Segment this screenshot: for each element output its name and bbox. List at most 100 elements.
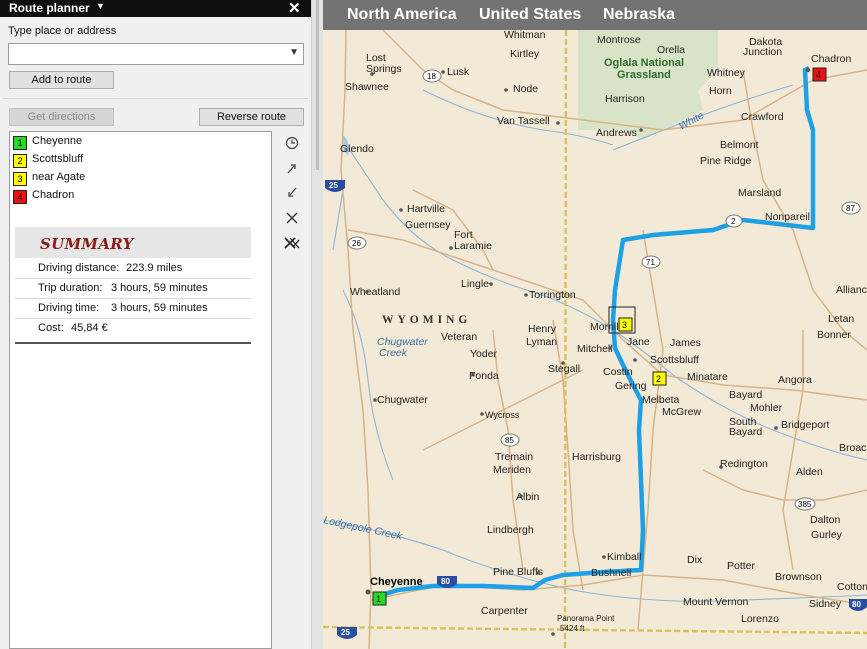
clock-icon[interactable] — [280, 131, 304, 155]
town-label: Torrington — [529, 289, 576, 301]
park-label: Grassland — [617, 69, 671, 81]
close-icon[interactable]: ✕ — [288, 0, 301, 17]
town-label: Node — [513, 83, 538, 95]
shield-label: 85 — [505, 436, 514, 445]
map-view[interactable]: North America United States Nebraska 25 … — [323, 0, 867, 649]
shield-label: 18 — [427, 72, 436, 81]
route-forward-icon[interactable] — [280, 156, 304, 180]
shield-label: 385 — [798, 500, 812, 509]
town-label: Mitchell — [577, 343, 613, 355]
map-canvas[interactable]: 25 25 80 80 18 26 2 71 87 85 385 Oglala … — [323, 30, 867, 649]
summary-row-distance: Driving distance: 223.9 miles — [15, 259, 251, 279]
route-shield: 87 — [841, 201, 861, 215]
summary-divider — [15, 342, 251, 344]
summary-row-driving-time: Driving time: 3 hours, 59 minutes — [15, 299, 251, 319]
summary-title: SUMMARY — [40, 235, 134, 253]
summary-value: 45,84 € — [71, 322, 108, 334]
town-label: Bridgeport — [781, 419, 830, 431]
chevron-down-icon[interactable]: ▼ — [289, 47, 299, 58]
town-label: Mohler — [750, 402, 783, 414]
stop-number-badge: 1 — [13, 136, 27, 150]
town-label: Orella — [657, 44, 685, 56]
town-label: Pine Ridge — [700, 155, 752, 167]
summary-label: Cost: — [38, 322, 64, 334]
town-label: Broach — [839, 442, 867, 454]
town-label: Belmont — [720, 139, 759, 151]
town-label: Morrill — [590, 321, 619, 333]
stop-label: Scottsbluff — [32, 153, 84, 165]
town-label: Alliance — [836, 284, 867, 296]
panel-splitter[interactable] — [311, 0, 323, 649]
river-label: Lodgepole Creek — [323, 514, 404, 543]
town-label: Laramie — [454, 240, 492, 252]
summary-row-duration: Trip duration: 3 hours, 59 minutes — [15, 279, 251, 299]
reverse-route-button[interactable]: Reverse route — [199, 108, 304, 126]
add-to-route-button[interactable]: Add to route — [9, 71, 114, 89]
town-label: Kimball — [607, 551, 641, 563]
town-label: Kirtley — [510, 48, 540, 60]
town-label: Lusk — [447, 66, 470, 78]
stop-label: Cheyenne — [32, 135, 83, 147]
route-shield: 71 — [641, 255, 661, 269]
town-label: Tremain — [495, 451, 533, 463]
peak-label: Panorama Point — [557, 614, 615, 623]
stop-label: Chadron — [32, 189, 75, 201]
town-label: Whitney — [707, 67, 746, 79]
route-back-icon[interactable] — [280, 181, 304, 205]
address-input[interactable] — [11, 46, 285, 64]
town-label: Bonner — [817, 329, 851, 341]
town-label: Nonpareil — [765, 211, 810, 223]
town-label: Melbeta — [642, 394, 680, 406]
town-label: Redington — [720, 458, 768, 470]
address-combobox[interactable]: ▼ — [8, 43, 304, 65]
town-label: Lingle — [461, 278, 489, 290]
route-marker-1: 1 — [372, 591, 387, 606]
road — [340, 30, 372, 649]
splitter-grip[interactable] — [316, 0, 319, 170]
route-shield: 2 — [725, 214, 743, 228]
shield-label: 80 — [441, 577, 450, 586]
summary-header: SUMMARY — [15, 227, 251, 258]
town-label: Meriden — [493, 464, 531, 476]
town-label: Alden — [796, 466, 823, 478]
town-label: Fonda — [469, 370, 499, 382]
clear-route-icon[interactable] — [280, 231, 304, 255]
shield-label: 2 — [731, 217, 736, 226]
town-label: Crawford — [741, 111, 784, 123]
marker-label: 3 — [622, 320, 627, 330]
stop-number-badge: 4 — [13, 190, 27, 204]
summary-row-cost: Cost: 45,84 € — [15, 319, 251, 339]
town-label: Henry — [528, 323, 557, 335]
breadcrumb-country[interactable]: United States — [479, 6, 581, 24]
shield-label: 25 — [341, 628, 350, 637]
town-label-major: Cheyenne — [370, 576, 423, 588]
town-label: Andrews — [596, 127, 637, 139]
river-label: Creek — [379, 347, 408, 359]
breadcrumb-state[interactable]: Nebraska — [603, 6, 675, 24]
town-label: Bushnell — [591, 567, 631, 579]
route-shield: 26 — [347, 236, 367, 250]
get-directions-button[interactable]: Get directions — [9, 108, 114, 126]
town-label: Lyman — [526, 336, 557, 348]
summary-value: 223.9 miles — [126, 262, 183, 274]
map-breadcrumb-bar: North America United States Nebraska — [323, 0, 867, 30]
interstate-shield: 25 — [325, 180, 345, 192]
town-label: Costin — [603, 366, 633, 378]
panel-menu-chevron-icon[interactable]: ▼ — [96, 1, 105, 11]
summary-value: 3 hours, 59 minutes — [111, 282, 208, 294]
shield-label: 25 — [329, 181, 338, 190]
interstate-shield: 80 — [849, 599, 867, 611]
panel-title[interactable]: Route planner — [9, 1, 90, 15]
town-label: Marsland — [738, 187, 781, 199]
town-label: Angora — [778, 374, 812, 386]
wyoming-nebraska-border — [563, 30, 568, 649]
town-label: Montrose — [597, 34, 641, 46]
breadcrumb-continent[interactable]: North America — [347, 6, 457, 24]
town-label: Sidney — [809, 598, 842, 610]
summary-value: 3 hours, 59 minutes — [111, 302, 208, 314]
town-label: Chugwater — [377, 394, 428, 406]
route-stop-list: 1 Cheyenne 2 Scottsbluff 3 near Agate 4 … — [9, 131, 272, 649]
delete-stop-icon[interactable] — [280, 206, 304, 230]
town-label: Letan — [828, 313, 854, 325]
shield-label: 87 — [846, 204, 855, 213]
